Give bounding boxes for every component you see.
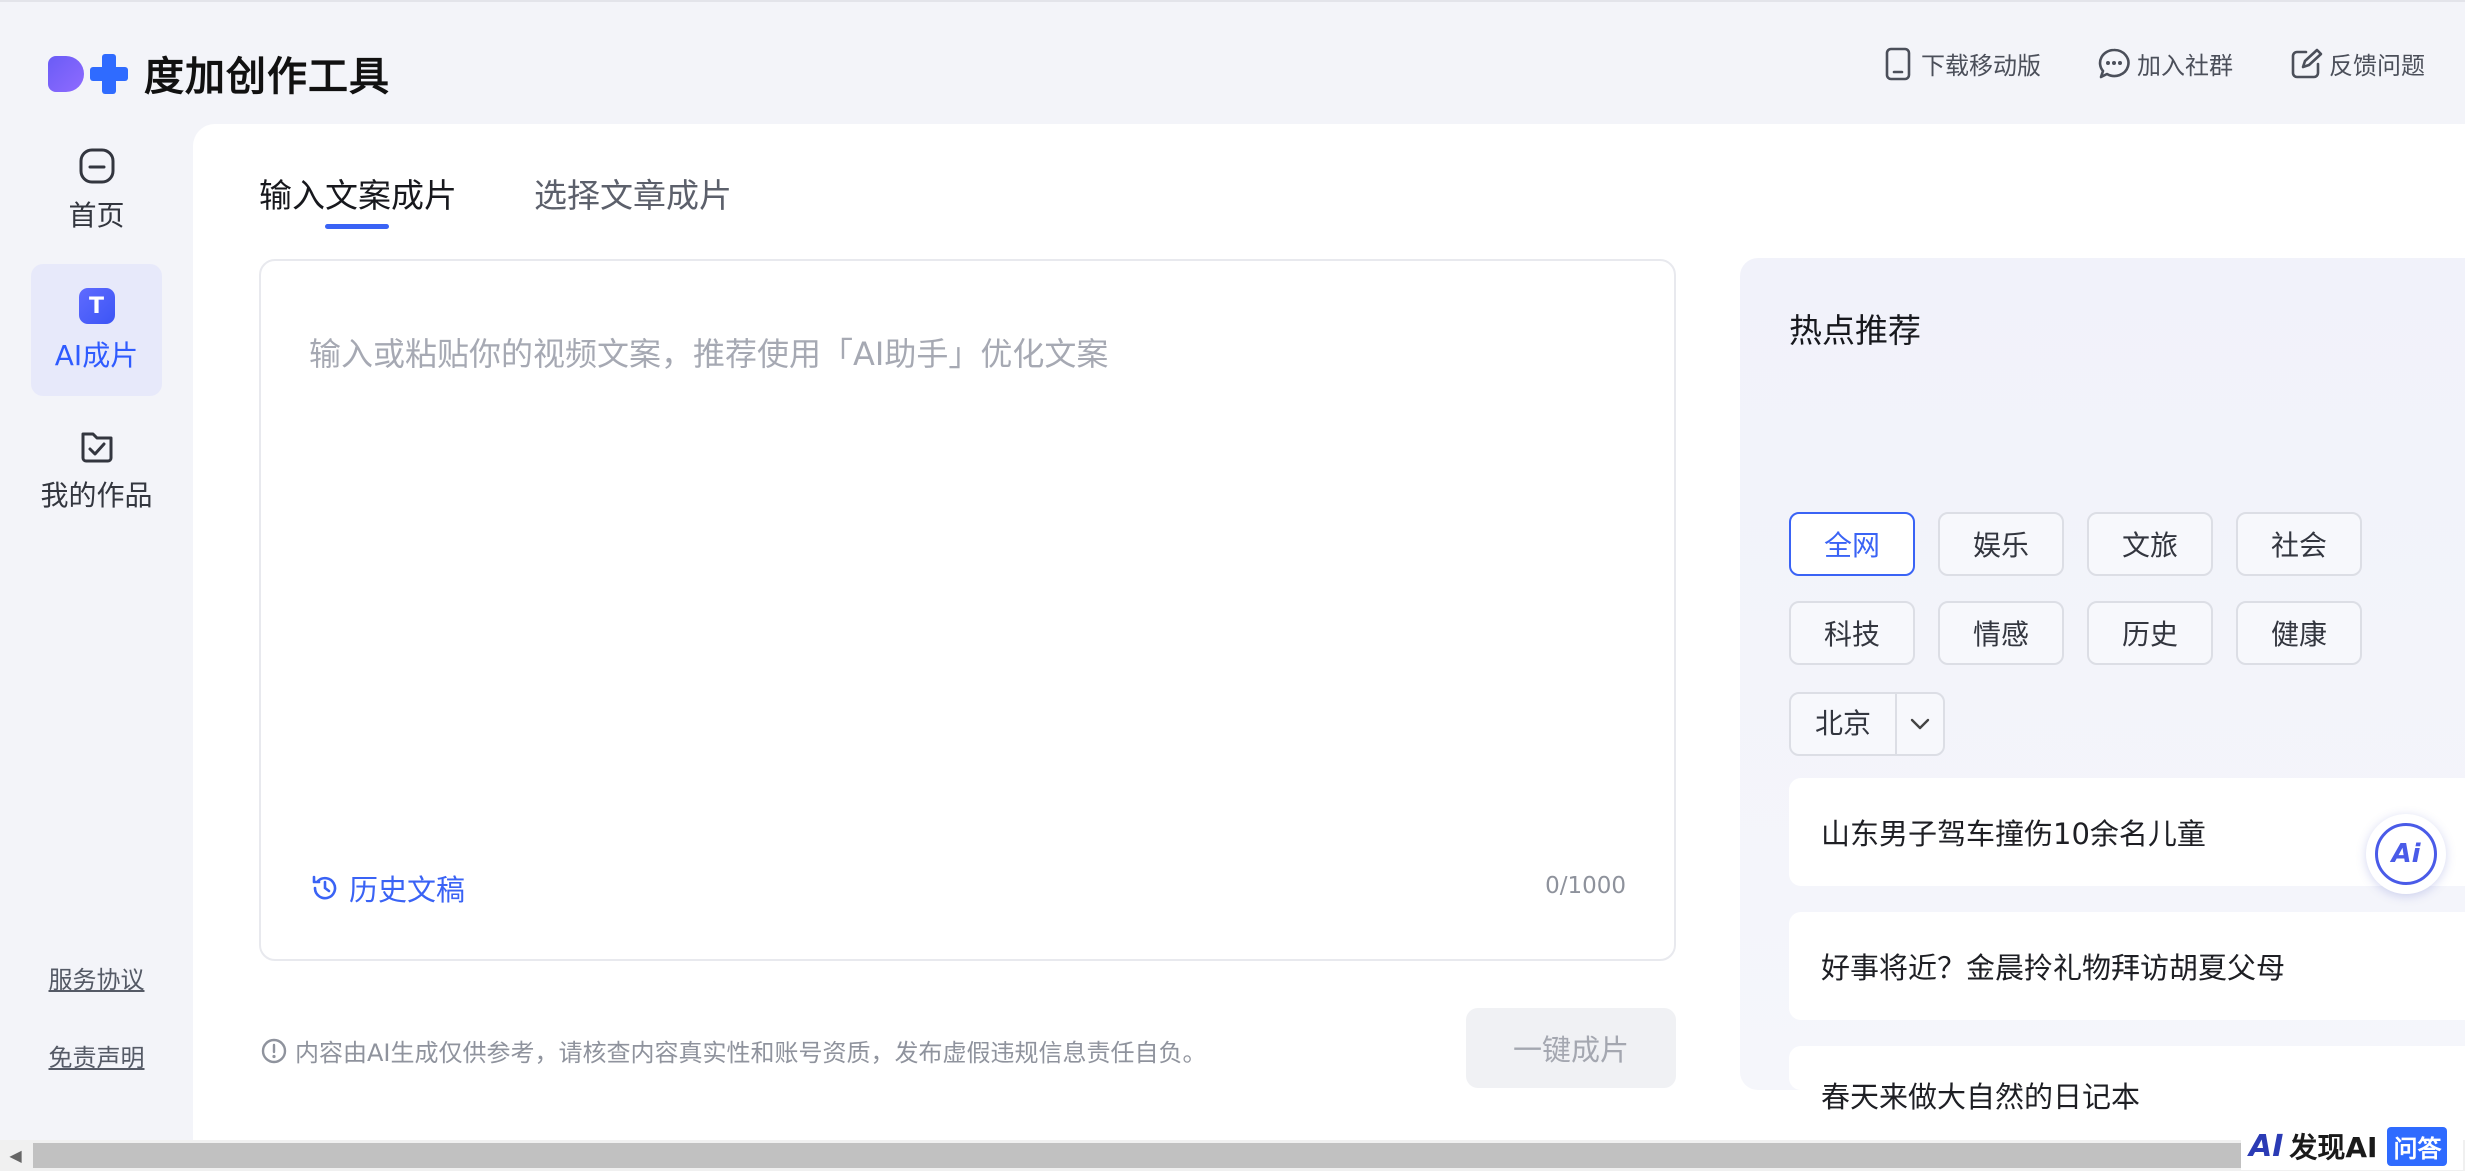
chevron-down-icon[interactable] (1897, 694, 1943, 754)
service-agreement-link[interactable]: 服务协议 (0, 960, 193, 995)
script-input[interactable] (309, 329, 1609, 749)
hot-recommendations-title: 热点推荐 (1789, 311, 1921, 350)
ai-assistant-icon: Ai (2375, 823, 2437, 885)
ai-text-icon: T (77, 286, 117, 326)
news-item[interactable]: 山东男子驾车撞伤10余名儿童 (1789, 778, 2465, 886)
edit-box-icon (2289, 47, 2323, 81)
horizontal-scrollbar[interactable]: ◀ (0, 1140, 2465, 1171)
script-editor: 历史文稿 0/1000 (259, 259, 1676, 961)
sidebar-item-home[interactable]: 首页 (31, 124, 162, 256)
category-chip-culture-travel[interactable]: 文旅 (2087, 512, 2213, 576)
app-logo[interactable]: 度加创作工具 (48, 44, 390, 102)
news-item[interactable]: 春天来做大自然的日记本 (1789, 1046, 2465, 1114)
main-panel: 输入文案成片 选择文章成片 历史文稿 0/1000 内容由AI生成仅供参考，请核… (193, 124, 2465, 1140)
watermark-badge: 问答 (2387, 1126, 2448, 1166)
tab-select-article[interactable]: 选择文章成片 (534, 169, 732, 217)
sidebar-item-home-label: 首页 (68, 199, 125, 232)
app-name: 度加创作工具 (144, 54, 390, 100)
hot-recommendations-panel: 热点推荐 全网 娱乐 文旅 社会 科技 情感 历史 健康 北京 山东男子驾车撞伤… (1740, 258, 2465, 1114)
tablet-icon (1881, 47, 1915, 81)
category-chip-emotion[interactable]: 情感 (1938, 601, 2064, 665)
join-community-label: 加入社群 (2137, 52, 2233, 80)
category-chip-history[interactable]: 历史 (2087, 601, 2213, 665)
city-select[interactable]: 北京 (1789, 692, 1945, 756)
feedback-button[interactable]: 反馈问题 (2289, 46, 2425, 81)
join-community-button[interactable]: 加入社群 (2097, 46, 2233, 81)
sidebar-item-my-works[interactable]: 我的作品 (31, 404, 162, 536)
category-chip-entertainment[interactable]: 娱乐 (1938, 512, 2064, 576)
category-chip-society[interactable]: 社会 (2236, 512, 2362, 576)
sidebar-item-my-works-label: 我的作品 (40, 479, 153, 512)
character-counter: 0/1000 (1545, 873, 1626, 899)
news-item[interactable]: 好事将近？金晨拎礼物拜访胡夏父母 (1789, 912, 2465, 1020)
category-chip-tech[interactable]: 科技 (1789, 601, 1915, 665)
download-mobile-button[interactable]: 下载移动版 (1881, 46, 2041, 81)
history-drafts-label: 历史文稿 (349, 873, 466, 907)
one-click-generate-button[interactable]: 一键成片 (1466, 1008, 1676, 1088)
watermark-logo: AI (2249, 1128, 2284, 1164)
history-icon (309, 872, 341, 904)
info-icon (259, 1036, 289, 1066)
sidebar-item-ai-video[interactable]: T AI成片 (31, 264, 162, 396)
ai-disclaimer-text: 内容由AI生成仅供参考，请核查内容真实性和账号资质，发布虚假违规信息责任自负。 (295, 1039, 1207, 1067)
category-chip-health[interactable]: 健康 (2236, 601, 2362, 665)
city-select-value: 北京 (1791, 694, 1897, 754)
history-drafts-button[interactable]: 历史文稿 (309, 867, 465, 909)
header-actions: 下载移动版 加入社群 反馈问题 (1825, 46, 2425, 81)
chat-bubble-icon (2097, 47, 2131, 81)
top-bar: 度加创作工具 下载移动版 加入社群 反馈问题 (0, 0, 2465, 124)
scrollbar-thumb[interactable] (33, 1143, 2243, 1168)
scroll-left-arrow-icon[interactable]: ◀ (0, 1140, 31, 1171)
feedback-label: 反馈问题 (2329, 52, 2425, 80)
watermark: AI 发现AI 问答 (2241, 1122, 2463, 1170)
home-icon (77, 146, 117, 186)
checkbox-folder-icon (77, 426, 117, 466)
category-chip-all[interactable]: 全网 (1789, 512, 1915, 576)
active-tab-indicator (325, 224, 389, 229)
watermark-text: 发现AI (2289, 1131, 2378, 1164)
disclaimer-link[interactable]: 免责声明 (0, 1038, 193, 1073)
tab-input-script[interactable]: 输入文案成片 (259, 169, 457, 217)
ai-disclaimer: 内容由AI生成仅供参考，请核查内容真实性和账号资质，发布虚假违规信息责任自负。 (259, 1033, 1207, 1068)
logo-mark-icon (48, 54, 132, 94)
ai-assistant-button[interactable]: Ai (2366, 814, 2446, 894)
sidebar: 首页 T AI成片 我的作品 服务协议 免责声明 (0, 124, 193, 1140)
sidebar-item-ai-video-label: AI成片 (54, 339, 139, 372)
download-mobile-label: 下载移动版 (1921, 52, 2041, 80)
